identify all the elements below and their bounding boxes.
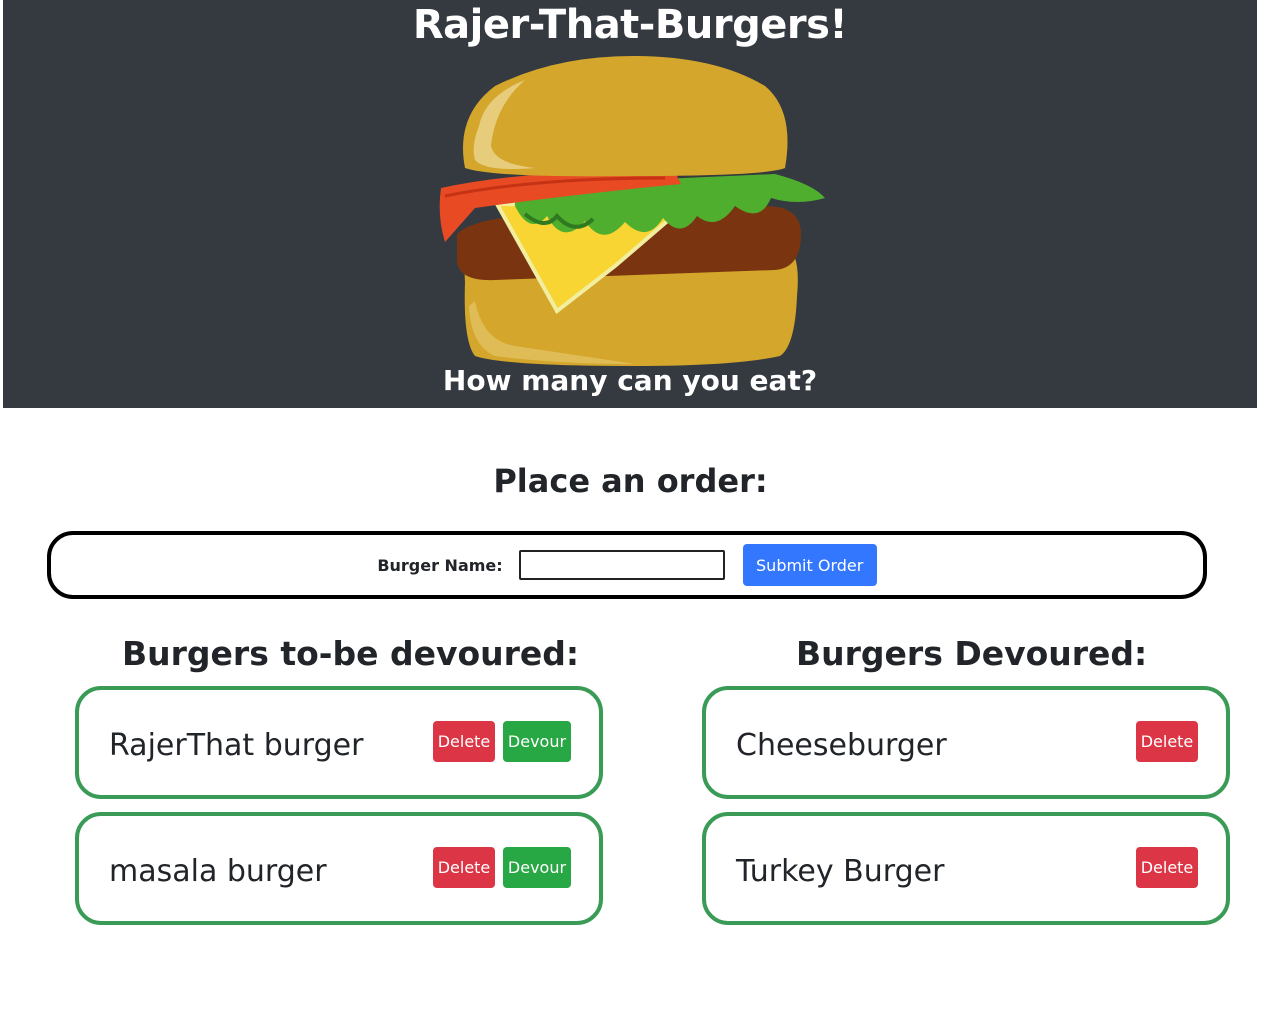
order-heading: Place an order:	[493, 462, 768, 500]
delete-button[interactable]: Delete	[1136, 721, 1198, 762]
devour-button[interactable]: Devour	[503, 847, 571, 888]
list-item: Cheeseburger Delete	[702, 686, 1230, 799]
submit-order-button[interactable]: Submit Order	[742, 544, 877, 586]
burger-name-label: Burger Name:	[377, 555, 503, 575]
order-form: Burger Name: Submit Order	[47, 531, 1207, 599]
card-actions: Delete Devour	[433, 721, 571, 762]
list-item: Turkey Burger Delete	[702, 812, 1230, 925]
card-actions: Delete	[1136, 721, 1198, 762]
tagline: How many can you eat?	[442, 364, 818, 397]
delete-button[interactable]: Delete	[433, 721, 495, 762]
card-actions: Delete	[1136, 847, 1198, 888]
burger-illustration	[439, 56, 825, 366]
site-title: Rajer-That-Burgers!	[412, 2, 848, 48]
delete-button[interactable]: Delete	[1136, 847, 1198, 888]
burger-name: Cheeseburger	[736, 728, 947, 763]
burger-name: masala burger	[109, 854, 327, 889]
list-item: RajerThat burger Delete Devour	[75, 686, 603, 799]
to-devour-heading: Burgers to-be devoured:	[122, 634, 580, 673]
burger-name: Turkey Burger	[736, 854, 945, 889]
card-actions: Delete Devour	[433, 847, 571, 888]
burger-name-input[interactable]	[518, 550, 725, 580]
burger-name: RajerThat burger	[109, 728, 364, 763]
list-item: masala burger Delete Devour	[75, 812, 603, 925]
devour-button[interactable]: Devour	[503, 721, 571, 762]
devoured-heading: Burgers Devoured:	[796, 634, 1148, 673]
delete-button[interactable]: Delete	[433, 847, 495, 888]
header-banner: Rajer-That-Burgers! How many can you eat…	[3, 0, 1257, 408]
